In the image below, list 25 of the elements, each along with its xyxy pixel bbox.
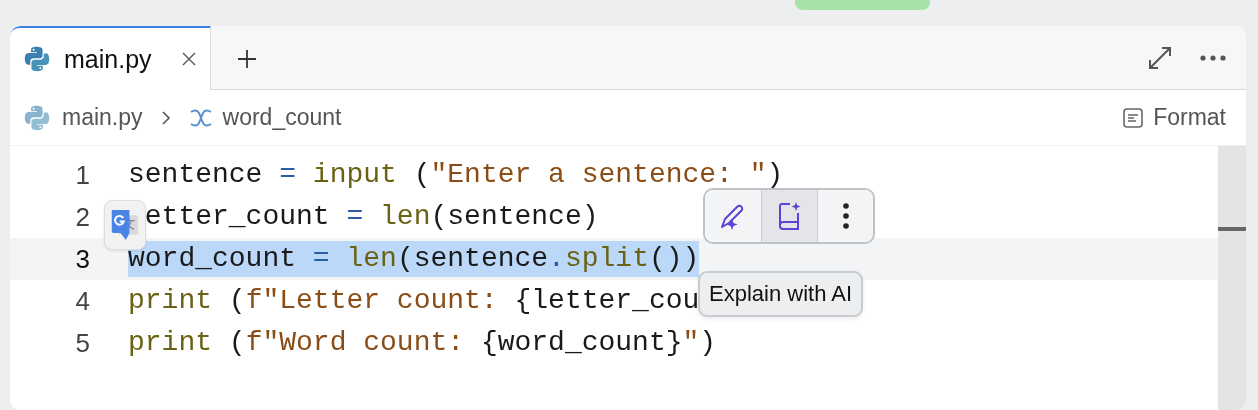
tooltip: Explain with AI [698,271,864,317]
code-line: print (f"Word count: {word_count}") [128,326,717,360]
file-tab[interactable]: main.py [10,26,211,90]
format-button[interactable]: Format [1123,104,1234,131]
python-icon [22,44,52,74]
chevron-icon [160,109,171,126]
vertical-dots-icon [841,202,850,230]
code-line: sentence = input ("Enter a sentence: ") [128,158,784,192]
line-number: 5 [74,327,90,359]
plus-icon [237,48,257,69]
close-icon[interactable] [182,52,196,66]
breadcrumb-item[interactable]: word_count [222,104,342,131]
line-number: 1 [74,159,90,191]
line-number: 4 [74,285,90,317]
line-number: 3 [74,243,90,275]
more-button[interactable] [817,190,873,242]
book-sparkle-button[interactable] [761,190,817,242]
line-number: 2 [74,201,90,233]
breadcrumb-item[interactable]: main.py [62,104,143,131]
scrollbar-thumb[interactable] [1218,227,1246,231]
code-line: etter_count = len(sentence) [143,200,599,234]
code-line: print (f"Letter count: {letter_cou [128,284,700,318]
document-icon [1123,107,1144,128]
scrollbar[interactable] [1218,146,1246,410]
variable-icon [188,107,213,128]
